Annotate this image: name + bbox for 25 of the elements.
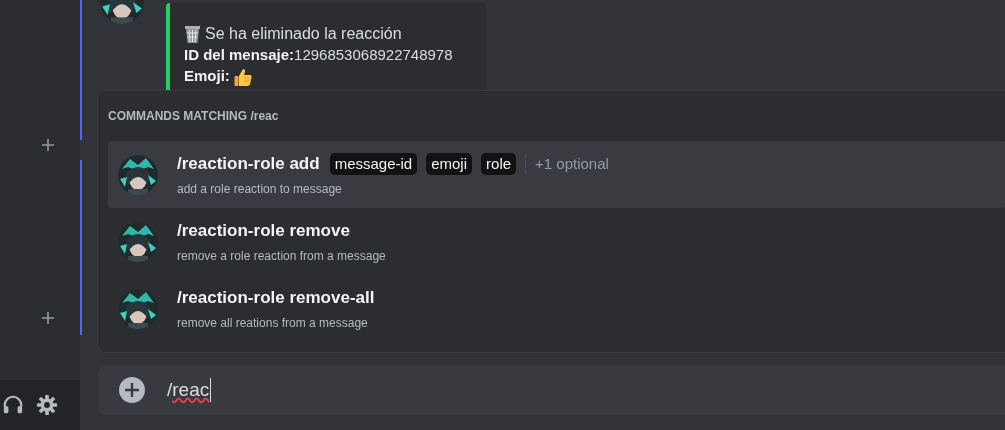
add-icon[interactable] bbox=[42, 139, 54, 151]
option-tag: message-id bbox=[329, 153, 418, 175]
option-tag: role bbox=[481, 153, 517, 175]
wastebasket-icon bbox=[184, 24, 201, 44]
command-item[interactable]: /reaction-role add message-id emoji role +1 optional add a role reaction to message bbox=[108, 141, 1005, 208]
optional-count: +1 optional bbox=[535, 153, 609, 174]
command-name: /reaction-role add bbox=[177, 153, 320, 176]
thumbs-up-icon bbox=[232, 66, 253, 87]
add-icon[interactable] bbox=[119, 377, 145, 403]
settings-icon[interactable] bbox=[36, 394, 58, 416]
add-icon[interactable] bbox=[42, 312, 54, 324]
embed-title: Se ha eliminado la reacción bbox=[205, 24, 402, 44]
command-description: add a role reaction to message bbox=[177, 180, 343, 198]
option-tag: emoji bbox=[426, 153, 473, 175]
command-name: /reaction-role remove-all bbox=[177, 287, 375, 310]
command-description: remove all reations from a message bbox=[177, 314, 369, 332]
embed-field: ID del mensaje:1296853068922748978 bbox=[184, 44, 453, 67]
command-item[interactable]: /reaction-role remove-all remove all reations from a message bbox=[108, 275, 1005, 342]
command-name: /reaction-role remove bbox=[177, 220, 350, 243]
command-description: remove a role reaction from a message bbox=[177, 247, 386, 265]
message-input[interactable]: /reac bbox=[98, 365, 1005, 415]
command-item[interactable]: /reaction-role remove remove a role reaction from a message bbox=[108, 208, 1005, 275]
embed-field: Emoji: bbox=[184, 65, 230, 88]
headphones-icon[interactable] bbox=[2, 394, 24, 416]
popup-header: COMMANDS MATCHING /reac bbox=[107, 108, 280, 125]
